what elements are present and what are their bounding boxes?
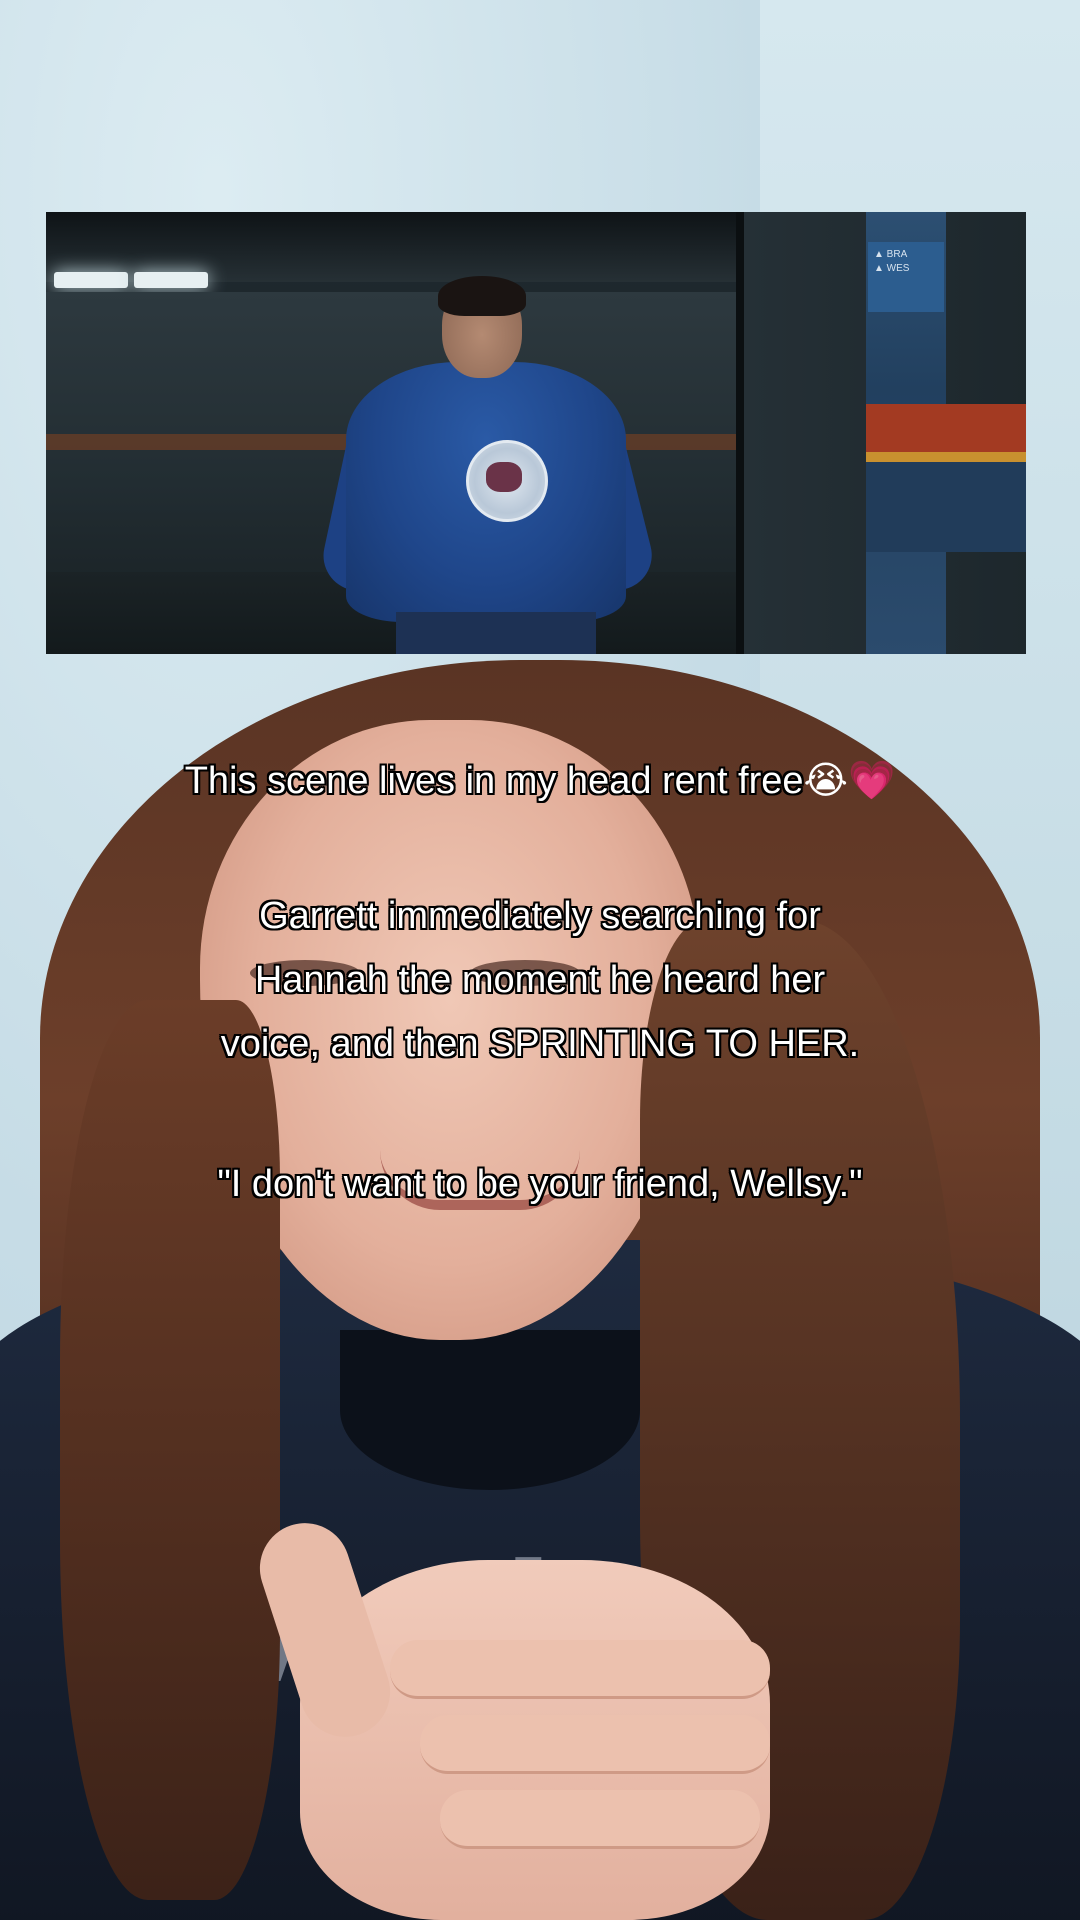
sign-line: ▲ BRA: [874, 249, 908, 260]
crying-face-icon: 😭: [803, 758, 848, 802]
sign-line: ▲ WES: [874, 263, 910, 274]
caption-paragraph-line: Hannah the moment he heard her: [254, 959, 826, 1001]
caption-paragraph: Garrett immediately searching for Hannah…: [0, 884, 1080, 1076]
pillar-yellow-band: [866, 452, 1026, 462]
runner-legs: [396, 612, 596, 654]
caption-quote: "I don't want to be your friend, Wellsy.…: [217, 1163, 863, 1205]
jersey-crest-logo: [486, 462, 522, 492]
caption-paragraph-line: Garrett immediately searching for: [259, 895, 821, 937]
runner-hair: [438, 276, 526, 316]
pillar-blue-band: [866, 462, 1026, 552]
directional-sign: ▲ BRA ▲ WES: [868, 242, 944, 312]
ceiling-light: [134, 272, 208, 288]
video-frame: A I ▲ BRA ▲ WES This scene li: [0, 0, 1080, 1920]
person-finger: [420, 1715, 770, 1774]
ceiling-light: [54, 272, 128, 288]
person-hair-left-strands: [60, 1000, 280, 1900]
caption-paragraph-line: voice, and then SPRINTING TO HER.: [220, 1023, 860, 1065]
caption-headline-text: This scene lives in my head rent free: [184, 760, 804, 802]
person-finger: [390, 1640, 770, 1699]
caption-headline: This scene lives in my head rent free😭💗: [0, 748, 1080, 813]
person-finger: [440, 1790, 760, 1849]
pillar-red-band: [866, 404, 1026, 452]
film-still-image: ▲ BRA ▲ WES: [46, 212, 1026, 654]
sweater-neckline: [340, 1330, 640, 1490]
pink-heart-icon: 💗: [847, 758, 896, 802]
